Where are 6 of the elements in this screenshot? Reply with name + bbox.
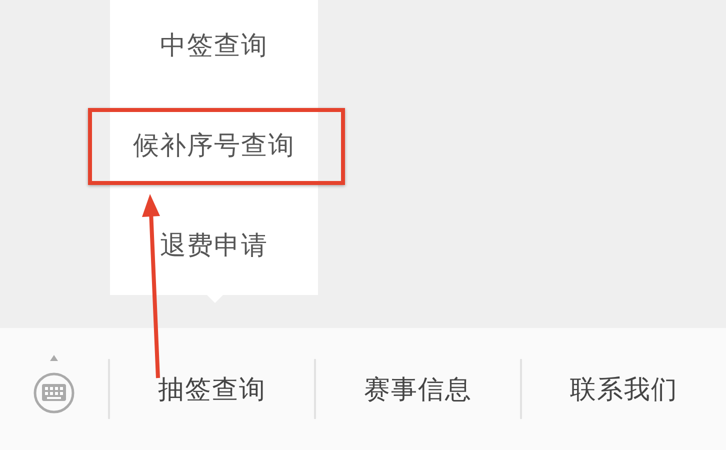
menu-item[interactable]: 退费申请 (160, 228, 268, 262)
tab-item[interactable]: 联系我们 (570, 372, 678, 406)
tab-item[interactable]: 赛事信息 (364, 372, 472, 406)
menu-item[interactable]: 候补序号查询 (133, 128, 295, 162)
menu-item[interactable]: 中签查询 (160, 28, 268, 62)
tab-item[interactable]: 抽签查询 (158, 372, 266, 406)
